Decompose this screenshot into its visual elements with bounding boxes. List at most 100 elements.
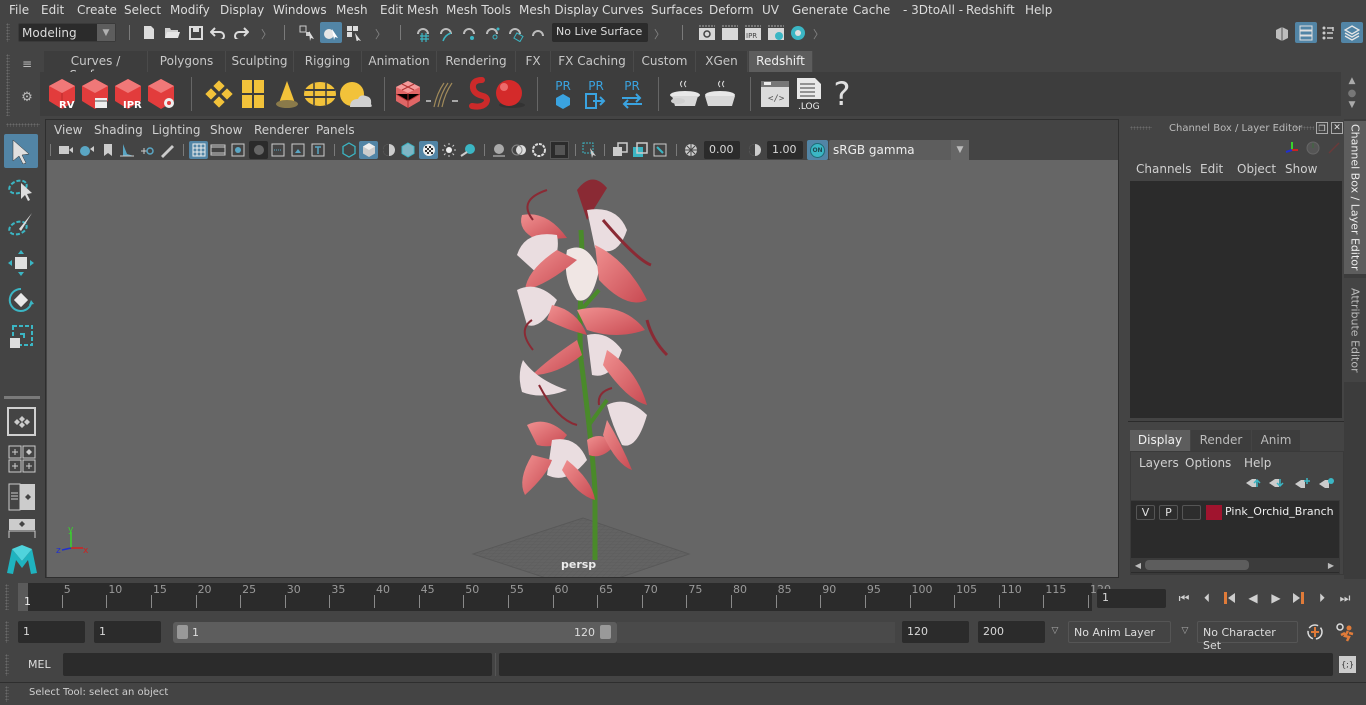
select-by-object-icon[interactable] [320, 22, 342, 43]
anim-layer-field[interactable]: No Anim Layer [1068, 621, 1171, 643]
color-management-toggle[interactable]: ON [807, 140, 828, 160]
redshift-render-view-icon[interactable]: RV [46, 76, 78, 112]
panel-grip[interactable] [1130, 126, 1152, 130]
snap-to-curve-icon[interactable] [436, 23, 456, 42]
xray-icon[interactable] [611, 141, 629, 159]
redshift-physical-light-icon[interactable] [272, 78, 302, 110]
menu-create[interactable]: Create [77, 3, 117, 17]
exposure-icon[interactable] [682, 141, 700, 159]
shelf-tab-sculpting[interactable]: Sculpting [226, 51, 294, 72]
select-by-hierarchy-icon[interactable] [297, 23, 317, 42]
wireframe-on-shaded-icon[interactable] [399, 141, 417, 159]
shelf-tab-animation[interactable]: Animation [362, 51, 437, 72]
layer-menu-layers[interactable]: Layers [1139, 456, 1179, 470]
shelf-tab-redshift[interactable]: Redshift [749, 51, 813, 72]
toolbar-grip[interactable] [6, 23, 10, 42]
shelf-tab-rendering[interactable]: Rendering [437, 51, 516, 72]
attribute-editor-toggle-icon[interactable] [1295, 22, 1317, 43]
collapse-arrow-icon[interactable]: 〉 [261, 26, 272, 41]
lasso-tool-icon[interactable] [4, 172, 38, 206]
select-by-component-icon[interactable] [344, 23, 364, 42]
film-gate-icon[interactable] [209, 141, 227, 159]
current-frame-field[interactable]: 1 [1097, 589, 1166, 608]
manipulator-icon[interactable] [1283, 139, 1301, 157]
persp-graph-layout-icon[interactable] [7, 518, 36, 538]
command-line-grip[interactable] [5, 654, 9, 676]
use-all-lights-icon[interactable] [440, 141, 458, 159]
viewport-menu-shading[interactable]: Shading [94, 123, 143, 137]
menu-deform[interactable]: Deform [709, 3, 754, 17]
wireframe-icon[interactable] [340, 141, 358, 159]
time-slider[interactable]: 1 5 10 15 20 25 30 35 40 45 50 55 60 65 70 75 80 85 90 95 1… [18, 583, 1111, 611]
two-d-pan-zoom-icon[interactable] [138, 141, 156, 159]
redo-icon[interactable] [232, 24, 250, 41]
menu-help[interactable]: Help [1025, 3, 1052, 17]
redshift-pr-export-icon[interactable]: PR [582, 76, 610, 112]
field-chart-icon[interactable] [269, 141, 287, 159]
viewport-menu-show[interactable]: Show [210, 123, 242, 137]
shelf-tab-rigging[interactable]: Rigging [294, 51, 362, 72]
shelf-tab-curves-surfaces[interactable]: Curves / Surfaces [44, 51, 148, 82]
menu-mesh[interactable]: Mesh [336, 3, 368, 17]
save-scene-icon[interactable] [187, 24, 204, 41]
layer-menu-help[interactable]: Help [1244, 456, 1271, 470]
layer-visibility-toggle[interactable]: V [1136, 505, 1155, 520]
shelf-scroll-down-icon[interactable]: ▼ [1346, 100, 1358, 110]
shelf-menu-icon[interactable]: ● [1346, 88, 1358, 99]
layer-color-swatch[interactable] [1206, 505, 1222, 520]
redshift-bake-multi-icon[interactable] [702, 76, 738, 112]
use-default-material-icon[interactable] [380, 141, 398, 159]
rotate-tool-icon[interactable] [4, 283, 38, 317]
redshift-batch-render-icon[interactable] [79, 76, 111, 112]
move-layer-down-icon[interactable] [1267, 476, 1285, 490]
resolution-gate-icon[interactable] [229, 141, 247, 159]
snap-to-point-icon[interactable] [459, 23, 479, 42]
character-set-field[interactable]: No Character Set [1197, 621, 1298, 652]
menu-set-dropdown[interactable]: Modeling ▼ [18, 23, 116, 42]
collapse-arrow-icon[interactable]: 〉 [813, 26, 824, 41]
layer-playback-toggle[interactable]: P [1159, 505, 1178, 520]
range-slider[interactable]: 1 120 [173, 622, 617, 643]
range-end-handle[interactable] [600, 625, 611, 639]
grid-toggle-icon[interactable] [189, 141, 208, 159]
cb-menu-object[interactable]: Object [1237, 162, 1276, 176]
ipr-render-icon[interactable]: IPR [743, 23, 763, 42]
xray-joints-icon[interactable] [651, 141, 669, 159]
redshift-sun-sky-icon[interactable] [337, 78, 373, 110]
exposure-field[interactable]: 0.00 [704, 141, 740, 159]
range-start-handle[interactable] [177, 625, 188, 639]
layer-name[interactable]: Pink_Orchid_Branch [1225, 505, 1334, 518]
animation-preferences-icon[interactable] [1334, 621, 1356, 643]
render-view-icon[interactable] [697, 23, 717, 42]
timeline-grip[interactable] [5, 584, 9, 610]
redshift-proxy-icon[interactable] [392, 77, 424, 111]
step-forward-key-icon[interactable] [1290, 589, 1308, 607]
safe-action-icon[interactable] [289, 141, 307, 159]
playback-end-field[interactable]: 120 [902, 621, 969, 643]
redshift-render-settings-icon[interactable] [145, 76, 177, 112]
range-grip[interactable] [5, 621, 9, 643]
script-language-toggle[interactable]: MEL [28, 658, 51, 671]
layer-tab-display[interactable]: Display [1130, 430, 1190, 451]
render-settings-icon[interactable] [766, 23, 786, 42]
viewport-menu-lighting[interactable]: Lighting [152, 123, 201, 137]
menu-uv[interactable]: UV [762, 3, 779, 17]
panel-grip[interactable] [1294, 126, 1314, 130]
hypershade-icon[interactable] [789, 23, 807, 42]
menu-redshift[interactable]: Redshift [966, 3, 1015, 17]
go-to-start-icon[interactable]: ⏮ [1175, 589, 1193, 607]
scroll-right-icon[interactable]: ▶ [1326, 559, 1336, 571]
redshift-pr-object-icon[interactable]: PR [549, 76, 577, 112]
float-panel-icon[interactable]: ❐ [1316, 122, 1328, 134]
grease-pencil-icon[interactable] [158, 141, 176, 159]
snap-to-grid-icon[interactable] [413, 23, 433, 42]
motion-blur-icon[interactable] [510, 141, 528, 159]
menu-cache[interactable]: Cache [853, 3, 890, 17]
safe-title-icon[interactable] [309, 141, 327, 159]
menu-surfaces[interactable]: Surfaces [651, 3, 703, 17]
redshift-pr-swap-icon[interactable]: PR [617, 76, 647, 112]
redshift-script-editor-icon[interactable]: </> [758, 77, 792, 111]
step-forward-frame-icon[interactable]: ⏵ [1313, 589, 1331, 607]
undo-icon[interactable] [209, 24, 227, 41]
snap-to-projected-center-icon[interactable] [482, 23, 502, 42]
